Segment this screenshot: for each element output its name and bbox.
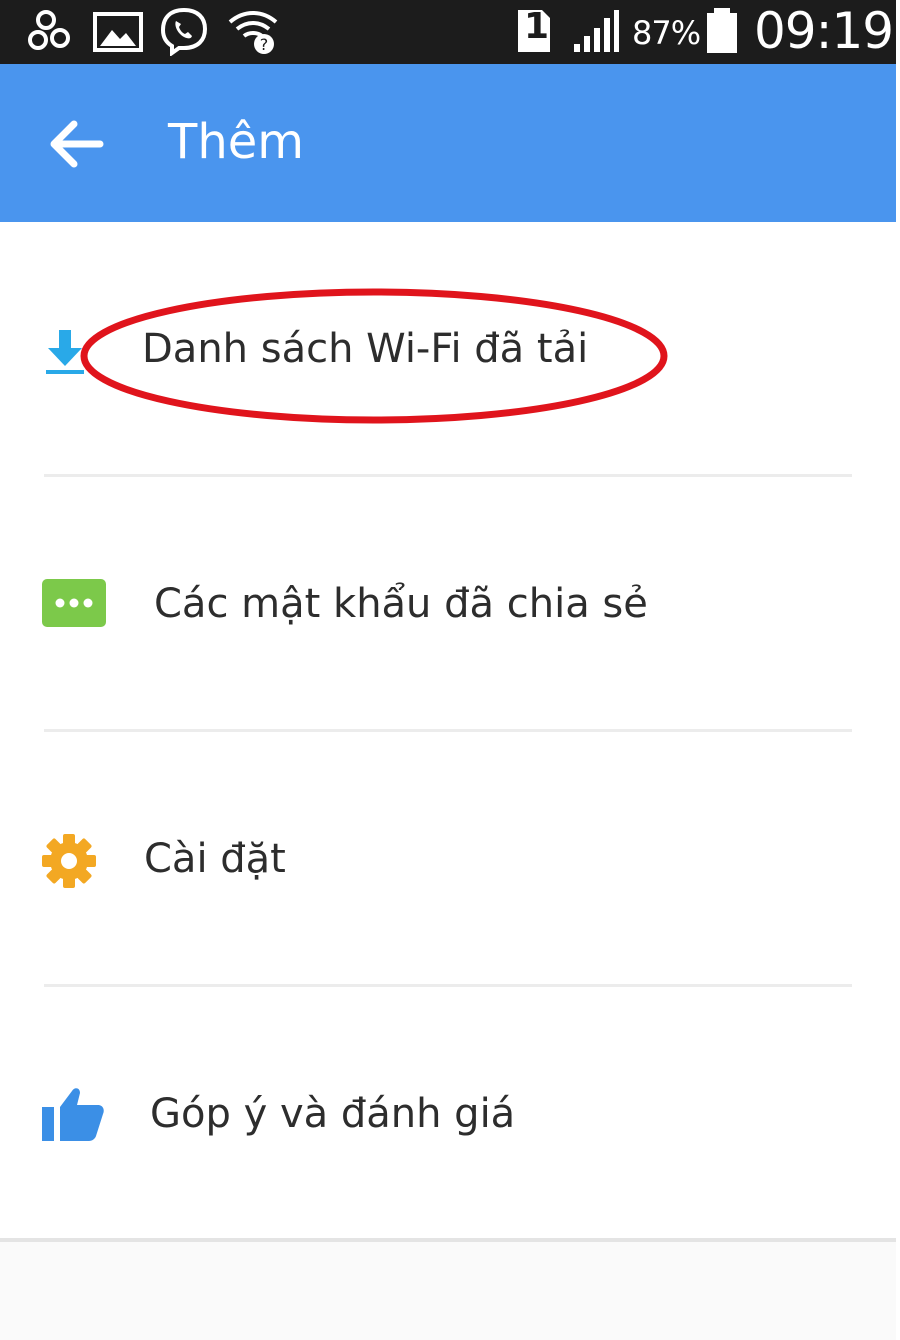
app-bar: Thêm xyxy=(0,64,896,222)
menu-item-label: Cài đặt xyxy=(144,836,286,882)
page-title: Thêm xyxy=(168,114,305,170)
svg-text:?: ? xyxy=(260,35,269,54)
status-bar: ? 1 87% 09:19 xyxy=(0,0,896,64)
battery-percent: 87% xyxy=(632,14,701,52)
menu-item-label: Góp ý và đánh giá xyxy=(150,1091,516,1137)
sim-number: 1 xyxy=(524,6,550,47)
thumbs-up-icon xyxy=(42,1088,104,1141)
gallery-icon xyxy=(93,12,143,52)
viber-icon xyxy=(160,7,208,56)
menu-item-label: Các mật khẩu đã chia sẻ xyxy=(154,581,648,627)
menu-item-downloaded-wifi[interactable]: Danh sách Wi-Fi đã tải xyxy=(0,222,896,476)
menu-item-settings[interactable]: Cài đặt xyxy=(0,732,896,986)
menu-item-feedback[interactable]: Góp ý và đánh giá xyxy=(0,987,896,1241)
contacts-icon xyxy=(28,10,70,50)
bottom-area xyxy=(0,1242,896,1340)
password-dots-icon xyxy=(42,579,106,627)
status-time: 09:19 xyxy=(754,2,894,60)
menu-item-label: Danh sách Wi-Fi đã tải xyxy=(142,326,589,372)
wifi-question-icon: ? xyxy=(228,11,278,54)
gear-icon xyxy=(42,834,96,888)
battery-icon xyxy=(707,8,737,53)
menu-item-shared-passwords[interactable]: Các mật khẩu đã chia sẻ xyxy=(0,477,896,731)
arrow-back-icon[interactable] xyxy=(40,108,112,180)
signal-icon xyxy=(574,10,619,52)
download-icon xyxy=(46,330,84,374)
